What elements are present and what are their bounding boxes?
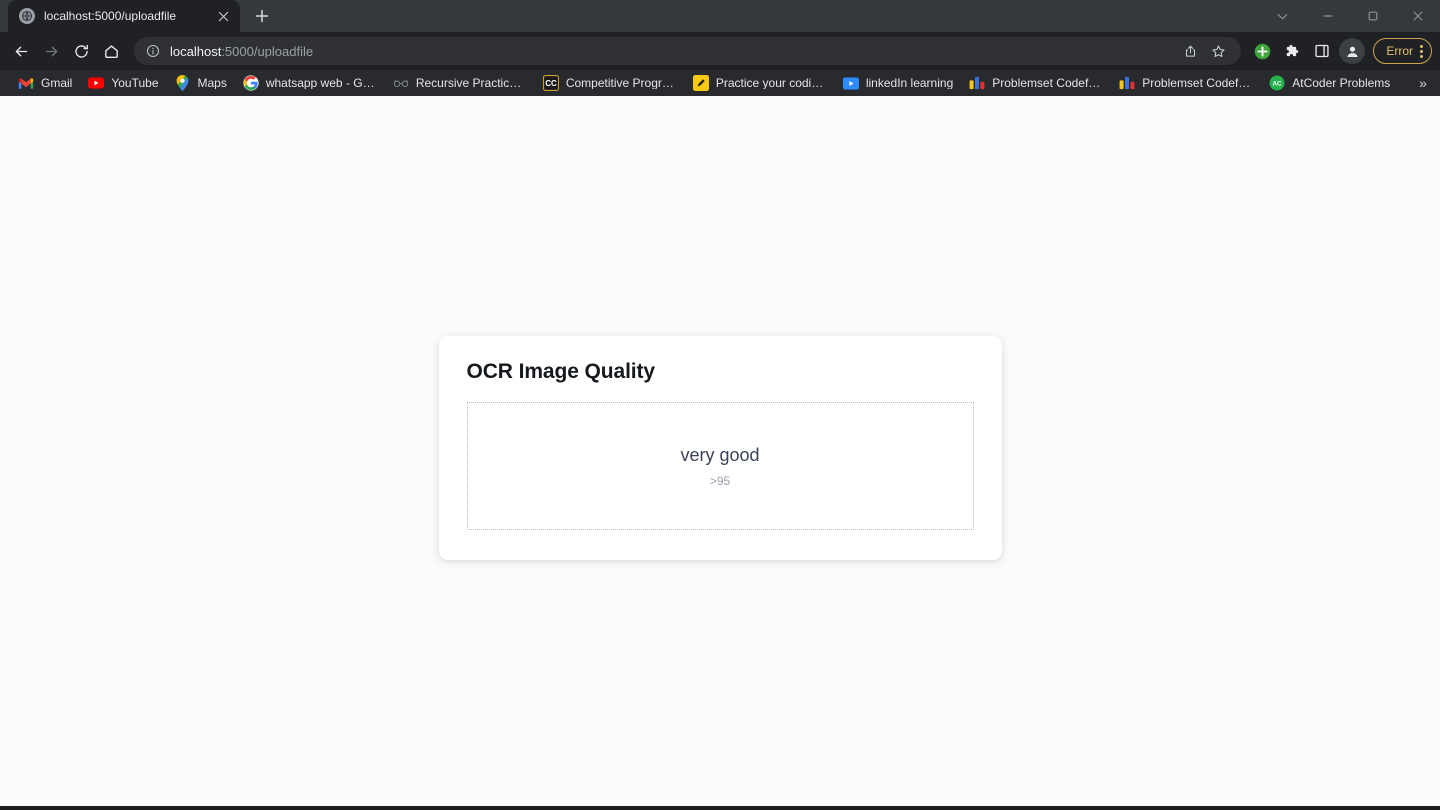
page-title: OCR Image Quality xyxy=(466,360,656,383)
bookmark-label: YouTube xyxy=(111,77,159,89)
bookmark-label: linkedIn learning xyxy=(865,77,954,89)
bookmark-gmail[interactable]: Gmail xyxy=(10,72,80,94)
tab-strip: localhost:5000/uploadfile xyxy=(0,0,1440,32)
bookmark-label: Gmail xyxy=(41,77,73,89)
side-panel-icon[interactable] xyxy=(1307,36,1337,66)
address-bar-url: localhost:5000/uploadfile xyxy=(170,45,313,58)
google-icon xyxy=(243,75,259,91)
gmail-icon xyxy=(18,75,34,91)
google-maps-icon xyxy=(175,75,191,91)
close-icon[interactable] xyxy=(1395,0,1440,32)
share-icon[interactable] xyxy=(1177,38,1203,64)
back-arrow-icon[interactable] xyxy=(6,36,36,66)
bookmark-problemset-codeforces-1[interactable]: Problemset Codefo... xyxy=(961,72,1111,94)
info-circle-icon[interactable] xyxy=(145,43,161,59)
bookmark-practice-coding[interactable]: Practice your codin... xyxy=(685,72,835,94)
omnibox-actions xyxy=(1177,38,1231,64)
error-badge[interactable]: Error xyxy=(1373,38,1432,64)
bookmarks-overflow-button[interactable]: » xyxy=(1412,72,1434,94)
bookmark-label: AtCoder Problems xyxy=(1292,77,1391,89)
bookmarks-bar: Gmail YouTube Maps whatsapp web - Go... … xyxy=(0,70,1440,96)
bookmark-recursive-practice[interactable]: Recursive Practice P... xyxy=(385,72,535,94)
url-host: localhost xyxy=(170,44,222,58)
status-badge-label: Error xyxy=(1386,44,1413,58)
browser-toolbar: localhost:5000/uploadfile Error xyxy=(0,32,1440,70)
bookmark-atcoder-problems[interactable]: AC AtCoder Problems xyxy=(1261,72,1398,94)
bookmark-label: Maps xyxy=(197,77,227,89)
puzzle-piece-icon[interactable] xyxy=(1277,36,1307,66)
new-tab-button[interactable] xyxy=(248,2,276,30)
home-icon[interactable] xyxy=(96,36,126,66)
bookmark-whatsapp-web[interactable]: whatsapp web - Go... xyxy=(235,72,385,94)
bookmark-label: Recursive Practice P... xyxy=(415,77,527,89)
page-content: OCR Image Quality very good >95 xyxy=(0,96,1440,810)
chevron-down-icon[interactable] xyxy=(1260,0,1305,32)
bookmark-problemset-codeforces-2[interactable]: Problemset Codefo... xyxy=(1111,72,1261,94)
cc-icon: CC xyxy=(542,75,559,91)
close-icon[interactable] xyxy=(215,8,231,24)
avatar xyxy=(1339,38,1366,64)
globe-icon xyxy=(19,8,35,24)
url-path: :5000/uploadfile xyxy=(221,44,314,58)
bookmark-label: Problemset Codefo... xyxy=(1142,77,1254,89)
yellow-pencil-icon xyxy=(692,75,709,91)
profile-avatar-icon[interactable] xyxy=(1337,36,1367,66)
bookmark-label: Competitive Progra... xyxy=(565,77,677,89)
window-bottom-edge xyxy=(0,806,1440,810)
forward-arrow-icon[interactable] xyxy=(36,36,66,66)
quality-result-box: very good >95 xyxy=(466,402,974,530)
ocr-image-quality-card: OCR Image Quality very good >95 xyxy=(438,336,1002,560)
address-bar[interactable]: localhost:5000/uploadfile xyxy=(134,37,1242,65)
bookmark-competitive-programming[interactable]: CC Competitive Progra... xyxy=(535,72,685,94)
codeforces-icon xyxy=(969,75,985,91)
svg-text:CC: CC xyxy=(545,79,557,88)
codeforces-icon xyxy=(1119,75,1135,91)
page-viewport: OCR Image Quality very good >95 xyxy=(0,96,1440,810)
bookmark-linkedin-learning[interactable]: linkedIn learning xyxy=(835,72,961,94)
kebab-menu-icon[interactable] xyxy=(1420,44,1423,58)
bookmark-label: Practice your codin... xyxy=(715,77,827,89)
youtube-icon xyxy=(88,75,105,91)
atcoder-icon: AC xyxy=(1269,75,1285,91)
bookmark-youtube[interactable]: YouTube xyxy=(80,72,166,94)
window-controls xyxy=(1260,0,1440,32)
glasses-icon xyxy=(393,75,409,91)
video-play-icon xyxy=(842,75,859,91)
maximize-icon[interactable] xyxy=(1350,0,1395,32)
reload-icon[interactable] xyxy=(66,36,96,66)
browser-tab-active[interactable]: localhost:5000/uploadfile xyxy=(8,0,240,32)
minimize-icon[interactable] xyxy=(1305,0,1350,32)
tab-title: localhost:5000/uploadfile xyxy=(44,10,177,22)
star-icon[interactable] xyxy=(1205,38,1231,64)
bookmark-label: whatsapp web - Go... xyxy=(265,77,377,89)
bookmark-maps[interactable]: Maps xyxy=(167,72,235,94)
bookmark-label: Problemset Codefo... xyxy=(992,77,1104,89)
quality-rating-label: very good xyxy=(680,444,760,465)
green-plus-icon[interactable] xyxy=(1247,36,1277,66)
quality-score-value: >95 xyxy=(709,473,731,488)
browser-window: localhost:5000/uploadfile localhost:5000… xyxy=(0,0,1440,810)
svg-text:AC: AC xyxy=(1273,81,1282,88)
